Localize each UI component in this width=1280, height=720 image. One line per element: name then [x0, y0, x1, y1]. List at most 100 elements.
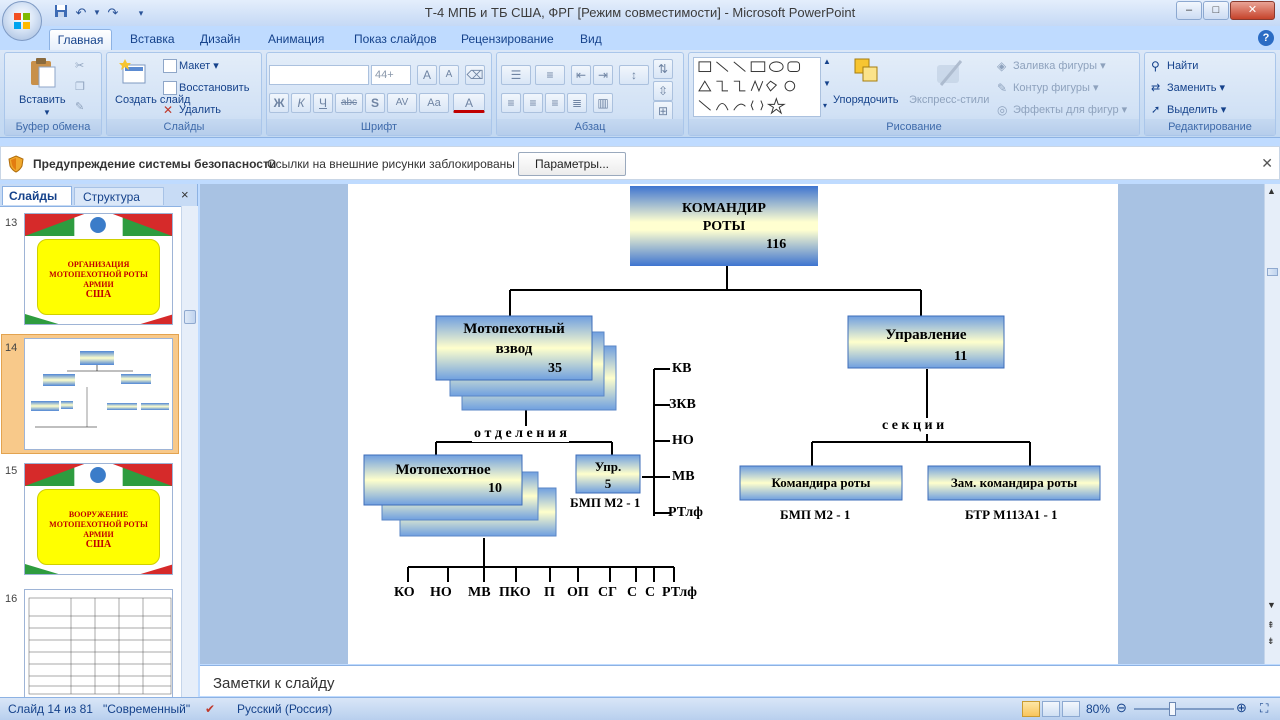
select-button[interactable]: ➚ Выделить ▾	[1151, 103, 1226, 117]
minimize-button[interactable]: –	[1176, 1, 1202, 20]
management-count: 11	[954, 349, 968, 364]
replace-button[interactable]: ⇄ Заменить ▾	[1151, 81, 1225, 95]
editing-group-label: Редактирование	[1145, 119, 1275, 135]
zoom-slider-track[interactable]	[1134, 708, 1234, 710]
squad-role: КО	[394, 585, 415, 600]
copy-icon[interactable]: ❐	[75, 80, 85, 93]
editor-scroll-thumb[interactable]	[1267, 268, 1278, 276]
slideshow-view-icon[interactable]	[1062, 701, 1080, 717]
tab-design[interactable]: Дизайн	[194, 29, 246, 50]
prev-slide-icon[interactable]: ⇞	[1267, 620, 1275, 631]
security-options-button[interactable]: Параметры...	[518, 152, 626, 176]
fit-to-window-icon[interactable]: ⛶	[1260, 701, 1268, 716]
tab-review[interactable]: Рецензирование	[455, 29, 560, 50]
underline-button[interactable]: Ч	[313, 93, 333, 113]
delete-label: Удалить	[179, 103, 221, 116]
columns-icon[interactable]: ▥	[593, 93, 613, 113]
line-spacing-icon[interactable]: ↕	[619, 65, 649, 85]
slide-sorter-view-icon[interactable]	[1042, 701, 1060, 717]
select-label: Выделить	[1167, 104, 1218, 116]
tab-slideshow[interactable]: Показ слайдов	[348, 29, 443, 50]
cut-icon[interactable]: ✂	[75, 59, 84, 72]
tab-outline[interactable]: Структура	[74, 187, 164, 205]
tab-animation[interactable]: Анимация	[262, 29, 330, 50]
align-right-icon[interactable]: ≡	[545, 93, 565, 113]
upr-vehicle: БМП М2 - 1	[570, 495, 641, 511]
paste-button[interactable]: Вставить	[19, 94, 66, 106]
paste-dropdown-icon[interactable]: ▼	[43, 108, 51, 117]
editor-scrollbar[interactable]: ▲ ▼ ⇞ ⇟	[1264, 184, 1280, 664]
format-painter-icon[interactable]: ✎	[75, 100, 84, 113]
close-security-bar-icon[interactable]: ✕	[1261, 155, 1273, 172]
zoom-in-icon[interactable]: ⊕	[1236, 700, 1247, 716]
office-button[interactable]	[2, 1, 42, 41]
numbering-icon[interactable]: ≡	[535, 65, 565, 85]
shapes-scroll-up-icon[interactable]: ▲	[823, 57, 831, 66]
bullets-icon[interactable]: ☰	[501, 65, 531, 85]
decrease-indent-icon[interactable]: ⇤	[571, 65, 591, 85]
slide-thumbnail-14[interactable]	[24, 338, 173, 450]
language-indicator[interactable]: Русский (Россия)	[237, 702, 332, 716]
shapes-more-icon[interactable]: ▾	[823, 101, 827, 110]
shrink-font-icon[interactable]: A	[439, 65, 459, 85]
shape-fill-button[interactable]: ◈ Заливка фигуры ▾	[997, 59, 1106, 73]
spellcheck-icon[interactable]: ✔	[205, 702, 215, 716]
help-icon[interactable]: ?	[1258, 30, 1274, 46]
slide-thumbnail-15[interactable]: ВООРУЖЕНИЕ МОТОПЕХОТНОЙ РОТЫ АРМИИ США	[24, 463, 173, 575]
slide-thumbnail-16[interactable]	[24, 589, 173, 697]
case-button[interactable]: Aa	[419, 93, 449, 113]
maximize-button[interactable]: □	[1203, 1, 1229, 20]
slide-canvas[interactable]: КОМАНДИР РОТЫ 116 Мотопехотный взвод 35 …	[348, 184, 1118, 664]
panel-scroll-thumb[interactable]	[184, 310, 196, 324]
shapes-scroll-down-icon[interactable]: ▼	[823, 79, 831, 88]
close-panel-icon[interactable]: ×	[181, 187, 189, 202]
scroll-up-icon[interactable]: ▲	[1267, 186, 1276, 196]
align-center-icon[interactable]: ≡	[523, 93, 543, 113]
reset-button[interactable]: Восстановить	[163, 81, 249, 95]
font-size-combo[interactable]: 44+	[371, 65, 411, 85]
shapes-gallery-icon[interactable]	[693, 57, 821, 117]
flag-footer-icon	[25, 564, 172, 574]
zoom-out-icon[interactable]: ⊖	[1116, 700, 1127, 716]
shadow-button[interactable]: S	[365, 93, 385, 113]
next-slide-icon[interactable]: ⇟	[1267, 636, 1275, 647]
squad-role: ОП	[567, 585, 589, 600]
smartart-icon[interactable]: ⊞	[653, 101, 673, 121]
tab-slides[interactable]: Слайды	[2, 186, 72, 205]
spacing-button[interactable]: AV	[387, 93, 417, 113]
font-name-combo[interactable]	[269, 65, 369, 85]
arrange-button[interactable]: Упорядочить	[833, 94, 898, 106]
tab-insert[interactable]: Вставка	[124, 29, 181, 50]
justify-icon[interactable]: ≣	[567, 93, 587, 113]
scroll-down-icon[interactable]: ▼	[1267, 600, 1276, 610]
shape-effects-button[interactable]: ◎ Эффекты для фигур ▾	[997, 103, 1127, 117]
font-color-button[interactable]: A	[453, 93, 485, 113]
align-text-icon[interactable]: ⇳	[653, 81, 673, 101]
shape-effects-label: Эффекты для фигур	[1013, 104, 1119, 116]
clear-format-icon[interactable]: ⌫	[465, 65, 485, 85]
bold-button[interactable]: Ж	[269, 93, 289, 113]
normal-view-icon[interactable]	[1022, 701, 1040, 717]
panel-scrollbar[interactable]	[181, 206, 198, 697]
strikethrough-button[interactable]: abc	[335, 93, 363, 113]
grow-font-icon[interactable]: A	[417, 65, 437, 85]
align-left-icon[interactable]: ≡	[501, 93, 521, 113]
layout-button[interactable]: Макет ▾	[163, 59, 219, 74]
zoom-slider-thumb[interactable]	[1169, 702, 1176, 716]
notes-pane[interactable]: Заметки к слайду	[200, 665, 1280, 696]
find-button[interactable]: ⚲ Найти	[1151, 59, 1198, 73]
italic-button[interactable]: К	[291, 93, 311, 113]
quick-styles-button[interactable]: Экспресс-стили	[909, 94, 989, 106]
tab-home[interactable]: Главная	[49, 29, 112, 50]
close-button[interactable]: ✕	[1230, 1, 1275, 20]
increase-indent-icon[interactable]: ⇥	[593, 65, 613, 85]
delete-slide-button[interactable]: ✕ Удалить	[163, 103, 221, 117]
slide-thumbnail-13[interactable]: ОРГАНИЗАЦИЯ МОТОПЕХОТНОЙ РОТЫ АРМИИ США	[24, 213, 173, 325]
shape-outline-button[interactable]: ✎ Контур фигуры ▾	[997, 81, 1099, 95]
notes-placeholder: Заметки к слайду	[213, 675, 335, 692]
theme-name[interactable]: "Современный"	[103, 702, 190, 716]
text-direction-icon[interactable]: ⇅	[653, 59, 673, 79]
tab-view[interactable]: Вид	[574, 29, 608, 50]
upr-role: РТлф	[668, 505, 703, 520]
zoom-level[interactable]: 80%	[1086, 702, 1110, 716]
